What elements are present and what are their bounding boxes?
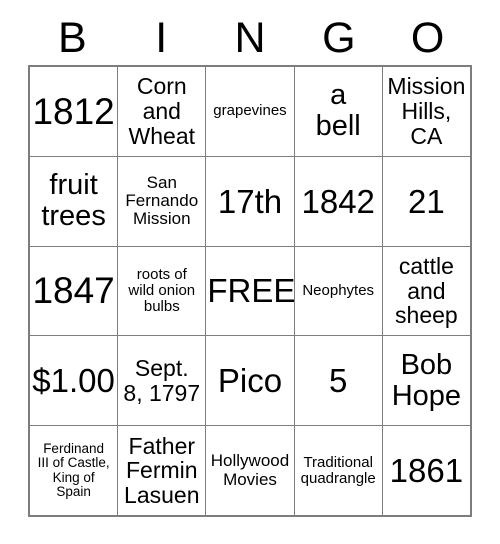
bingo-cell-text: Ferdinand III of Castle, King of Spain (37, 440, 110, 500)
bingo-cell-b4[interactable]: $1.00 (30, 336, 118, 426)
bingo-cell-n4[interactable]: Pico (206, 336, 294, 426)
bingo-cell-text: grapevines (213, 102, 287, 120)
bingo-cell-o5[interactable]: 1861 (382, 426, 470, 515)
bingo-cell-text: Traditional quadrangle (300, 453, 376, 487)
bingo-cell-text: San Fernando Mission (125, 172, 199, 229)
bingo-cell-n5[interactable]: Hollywood Movies (206, 426, 294, 515)
bingo-cell-text: $1.00 (32, 362, 115, 400)
bingo-cell-g2[interactable]: 1842 (294, 156, 382, 246)
bingo-cell-text: Sept. 8, 1797 (123, 355, 201, 406)
bingo-cell-text: 5 (329, 362, 348, 400)
bingo-cell-text: FREE (207, 272, 294, 310)
bingo-cell-n1[interactable]: grapevines (206, 67, 294, 156)
bingo-header-letter-o: O (410, 13, 445, 62)
bingo-cell-text: 1861 (389, 451, 464, 489)
bingo-cell-i2[interactable]: San Fernando Mission (118, 156, 206, 246)
bingo-cell-o4[interactable]: Bob Hope (382, 336, 470, 426)
bingo-cell-text: Bob Hope (391, 348, 462, 412)
bingo-cell-text: cattle and sheep (395, 253, 458, 329)
bingo-cell-n2[interactable]: 17th (206, 156, 294, 246)
bingo-cell-o3[interactable]: cattle and sheep (382, 246, 470, 336)
bingo-cell-text: fruit trees (41, 169, 106, 233)
bingo-cell-g3[interactable]: Neophytes (294, 246, 382, 336)
bingo-cell-b1[interactable]: 1812 (30, 67, 118, 156)
bingo-cell-g1[interactable]: a bell (294, 67, 382, 156)
bingo-cell-i5[interactable]: Father Fermin Lasuen (118, 426, 206, 515)
bingo-cell-i3[interactable]: roots of wild onion bulbs (118, 246, 206, 336)
bingo-cell-o1[interactable]: Mission Hills, CA (382, 67, 470, 156)
bingo-header-letter-g: G (322, 13, 356, 62)
bingo-cell-text: Pico (217, 362, 283, 400)
bingo-cell-text: Mission Hills, CA (387, 73, 466, 149)
bingo-cell-b3[interactable]: 1847 (30, 246, 118, 336)
bingo-cell-b2[interactable]: fruit trees (30, 156, 118, 246)
bingo-header-letter-b: B (58, 13, 87, 62)
bingo-cell-g5[interactable]: Traditional quadrangle (294, 426, 382, 515)
bingo-cell-text: a bell (315, 79, 361, 143)
bingo-cell-text: 17th (217, 182, 283, 220)
bingo-cell-b5[interactable]: Ferdinand III of Castle, King of Spain (30, 426, 118, 515)
bingo-cell-text: Father Fermin Lasuen (124, 432, 200, 508)
bingo-cell-free-space[interactable]: FREE (206, 246, 294, 336)
bingo-cell-i4[interactable]: Sept. 8, 1797 (118, 336, 206, 426)
bingo-cell-text: Hollywood Movies (210, 451, 290, 489)
bingo-cell-text: 21 (408, 182, 445, 220)
bingo-cell-text: Neophytes (302, 281, 375, 299)
bingo-cell-o2[interactable]: 21 (382, 156, 470, 246)
bingo-cell-g4[interactable]: 5 (294, 336, 382, 426)
bingo-cell-text: 1812 (32, 90, 115, 132)
bingo-card: B I N G O 1812 Corn and Wheat grapevines… (0, 0, 500, 544)
bingo-cell-text: Corn and Wheat (128, 73, 196, 149)
bingo-grid: 1812 Corn and Wheat grapevines a bell Mi… (28, 65, 472, 517)
bingo-cell-i1[interactable]: Corn and Wheat (118, 67, 206, 156)
bingo-cell-text: 1847 (32, 270, 115, 312)
bingo-cell-text: 1842 (301, 182, 375, 220)
bingo-cell-text: roots of wild onion bulbs (128, 265, 196, 316)
bingo-header-letter-n: N (234, 13, 266, 62)
bingo-header-letter-i: I (155, 13, 168, 62)
bingo-header-row: B I N G O (28, 14, 472, 62)
